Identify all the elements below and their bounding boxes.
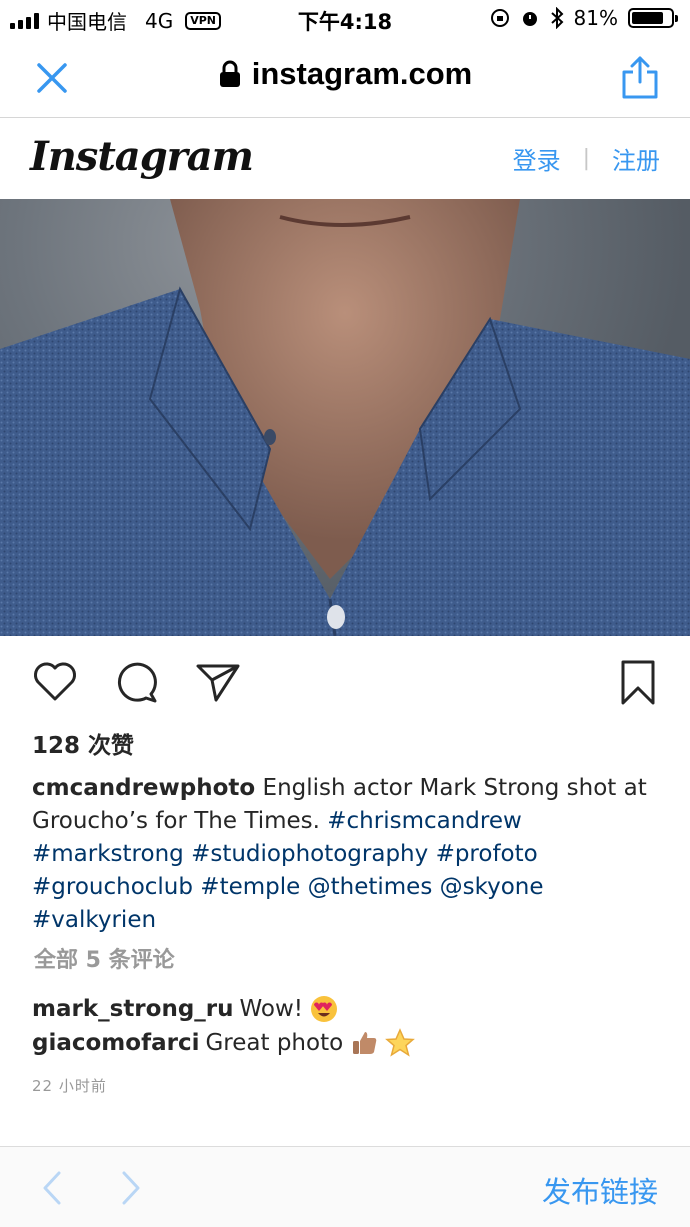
post-photo-illustration bbox=[0, 199, 690, 636]
hashtag-link[interactable]: #temple bbox=[200, 874, 300, 900]
comment-text: Wow! bbox=[239, 996, 304, 1022]
alarm-icon bbox=[522, 12, 537, 26]
url-display[interactable]: instagram.com bbox=[0, 56, 690, 92]
forward-arrow-icon[interactable] bbox=[116, 1169, 146, 1207]
comment-username[interactable]: mark_strong_ru bbox=[32, 996, 234, 1022]
star-icon bbox=[385, 1028, 416, 1057]
browser-toolbar: 发布链接 bbox=[0, 1146, 690, 1227]
mention-link[interactable]: @skyone bbox=[440, 874, 544, 900]
comment-item: giacomofarci Great photo bbox=[32, 1028, 416, 1058]
instagram-logo[interactable]: Instagram bbox=[30, 133, 254, 180]
hashtag-link[interactable]: #valkyrien bbox=[32, 907, 156, 933]
bookmark-icon[interactable] bbox=[614, 658, 662, 706]
post-timestamp: 22 小时前 bbox=[32, 1077, 107, 1095]
view-all-comments-link[interactable]: 全部 5 条评论 bbox=[34, 942, 175, 974]
thumbs-up-icon bbox=[353, 1032, 377, 1054]
login-link[interactable]: 登录 bbox=[513, 141, 561, 176]
instagram-header: Instagram 登录 | 注册 bbox=[0, 119, 690, 199]
battery-icon bbox=[628, 8, 678, 28]
bluetooth-icon bbox=[550, 7, 563, 29]
hashtag-link[interactable]: #studiophotography bbox=[191, 841, 428, 867]
comment-text: Great photo bbox=[205, 1030, 344, 1056]
post-actions bbox=[0, 658, 690, 710]
mention-link[interactable]: @thetimes bbox=[308, 874, 433, 900]
caption-username[interactable]: cmcandrewphoto bbox=[32, 775, 255, 801]
battery-percent: 81% bbox=[573, 6, 618, 30]
comment-username[interactable]: giacomofarci bbox=[32, 1030, 199, 1056]
like-count[interactable]: 128 次赞 bbox=[32, 726, 134, 760]
signup-link[interactable]: 注册 bbox=[612, 141, 660, 176]
auth-links: 登录 | 注册 bbox=[513, 141, 660, 176]
post-caption: cmcandrewphoto English actor Mark Strong… bbox=[32, 772, 662, 937]
status-right: 81% bbox=[490, 6, 678, 30]
rotation-lock-icon bbox=[490, 9, 509, 27]
auth-separator: | bbox=[582, 146, 590, 171]
comment-item: mark_strong_ru Wow! bbox=[32, 994, 339, 1024]
lock-icon bbox=[219, 60, 240, 87]
hashtag-link[interactable]: #profoto bbox=[436, 841, 538, 867]
hashtag-link[interactable]: #grouchoclub bbox=[32, 874, 193, 900]
send-icon[interactable] bbox=[194, 658, 242, 706]
hashtag-link[interactable]: #chrismcandrew bbox=[327, 808, 522, 834]
comment-icon[interactable] bbox=[113, 658, 161, 706]
heart-eyes-emoji-icon bbox=[311, 996, 338, 1022]
heart-icon[interactable] bbox=[31, 658, 79, 706]
post-photo[interactable] bbox=[0, 199, 690, 636]
hashtag-link[interactable]: #markstrong bbox=[32, 841, 184, 867]
back-arrow-icon[interactable] bbox=[37, 1169, 67, 1207]
share-icon[interactable] bbox=[620, 54, 660, 100]
status-bar: 中国电信 4G VPN 下午4:18 81% bbox=[0, 0, 690, 40]
url-text: instagram.com bbox=[251, 56, 473, 91]
browser-bar: instagram.com bbox=[0, 40, 690, 118]
publish-link-button[interactable]: 发布链接 bbox=[542, 1169, 658, 1211]
